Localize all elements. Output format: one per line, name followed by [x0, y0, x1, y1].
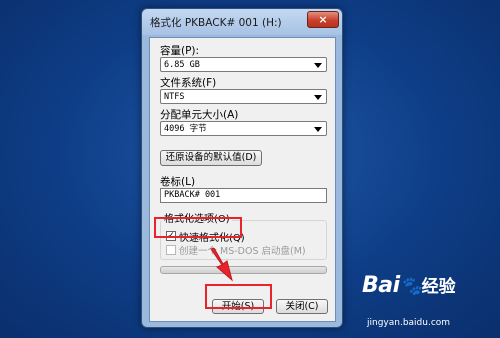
volume-label-input[interactable]: PKBACK# 001 — [160, 188, 327, 203]
title-bar[interactable]: 格式化 PKBACK# 001 (H:) × — [142, 9, 342, 35]
msdos-label: 创建一个 MS-DOS 启动盘(M) — [179, 246, 306, 257]
capacity-value: 6.85 GB — [164, 60, 200, 70]
dialog-body: 容量(P): 6.85 GB 文件系统(F) NTFS 分配单元大小(A) 40… — [149, 37, 336, 322]
close-button[interactable]: 关闭(C) — [276, 299, 328, 314]
baidu-logo-text: Bai — [362, 273, 400, 298]
capacity-select[interactable]: 6.85 GB — [160, 57, 327, 72]
jingyan-text: 经验 — [421, 277, 456, 297]
baidu-watermark: Bai🐾经验 — [362, 272, 456, 298]
watermark-url: jingyan.baidu.com — [367, 318, 451, 328]
filesystem-label: 文件系统(F) — [160, 77, 217, 89]
window-title: 格式化 PKBACK# 001 (H:) — [150, 17, 282, 29]
close-window-button[interactable]: × — [307, 11, 339, 28]
filesystem-value: NTFS — [164, 92, 185, 102]
restore-defaults-button[interactable]: 还原设备的默认值(D) — [160, 150, 262, 166]
allocation-label: 分配单元大小(A) — [160, 109, 239, 121]
filesystem-select[interactable]: NTFS — [160, 89, 327, 104]
quick-format-highlight — [154, 217, 242, 238]
paw-icon: 🐾 — [399, 276, 422, 297]
allocation-value: 4096 字节 — [164, 124, 207, 134]
capacity-label: 容量(P): — [160, 45, 200, 57]
volume-label: 卷标(L) — [160, 176, 196, 188]
chevron-down-icon — [314, 127, 322, 132]
chevron-down-icon — [314, 95, 322, 100]
format-progress-bar — [160, 266, 327, 274]
red-arrow-icon — [210, 248, 233, 282]
msdos-checkbox — [166, 245, 176, 255]
chevron-down-icon — [314, 63, 322, 68]
start-button-highlight — [205, 284, 272, 309]
format-dialog: 格式化 PKBACK# 001 (H:) × 容量(P): 6.85 GB 文件… — [141, 8, 343, 328]
allocation-select[interactable]: 4096 字节 — [160, 121, 327, 136]
